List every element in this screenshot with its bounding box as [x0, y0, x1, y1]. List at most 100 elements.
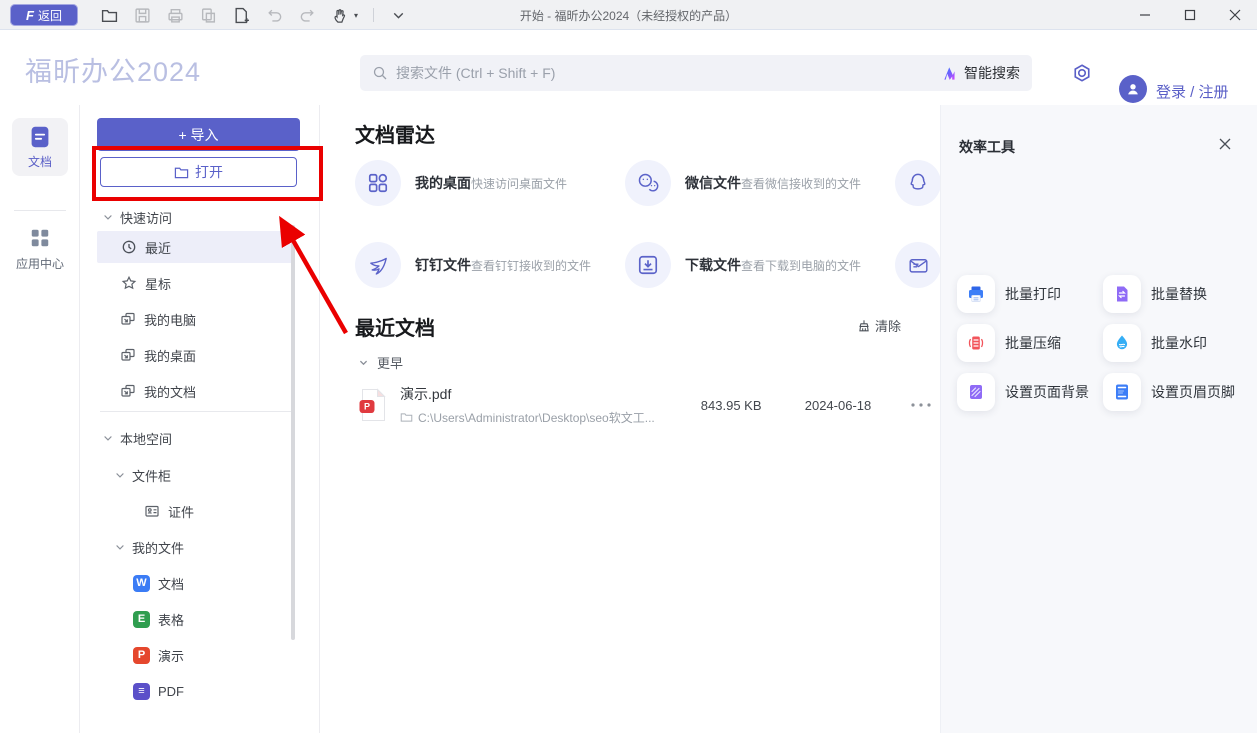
- tool-batch-watermark[interactable]: 批量水印: [1103, 324, 1207, 362]
- sidebar-item-pdf[interactable]: ≡ PDF: [80, 675, 320, 707]
- file-date: 2024-06-18: [784, 398, 893, 413]
- printer-icon: [957, 275, 995, 313]
- close-button[interactable]: [1212, 0, 1257, 30]
- undo-icon[interactable]: [265, 6, 283, 24]
- search-icon: [372, 65, 388, 81]
- earlier-group-toggle[interactable]: 更早: [358, 353, 403, 372]
- radar-card-partial-mail[interactable]: [895, 240, 940, 290]
- import-button[interactable]: + 导入: [97, 118, 300, 151]
- chevron-down-icon: [358, 357, 369, 368]
- back-button[interactable]: F 返回: [10, 4, 78, 26]
- sidebar-group-quick-access[interactable]: 快速访问: [80, 201, 320, 233]
- sidebar-item-label: 星标: [145, 274, 171, 293]
- radar-section-title: 文档雷达: [355, 119, 435, 148]
- minimize-button[interactable]: [1122, 0, 1167, 30]
- sidebar-item-sheets[interactable]: E 表格: [80, 603, 320, 635]
- tool-batch-replace[interactable]: 批量替换: [1103, 275, 1207, 313]
- sidebar-item-my-documents[interactable]: 我的文档: [80, 375, 320, 407]
- recent-file-row[interactable]: P 演示.pdf C:\Users\Administrator\Desktop\…: [350, 381, 940, 429]
- close-icon[interactable]: [1217, 136, 1233, 152]
- main-content: 文档雷达 我的桌面快速访问桌面文件 微信文件查看微信接收到的文件 钉钉文件查看钉…: [320, 105, 940, 733]
- slides-badge-icon: P: [133, 647, 150, 664]
- foxit-logo-icon: F: [26, 8, 34, 23]
- rail-divider: [14, 210, 66, 211]
- tool-page-background[interactable]: 设置页面背景: [957, 373, 1089, 411]
- chevron-down-icon[interactable]: [102, 432, 114, 444]
- pdf-file-icon: P: [358, 388, 388, 422]
- star-icon: [121, 275, 137, 291]
- app-logo: 福昕办公2024: [25, 50, 201, 89]
- radar-card-dingtalk[interactable]: 钉钉文件查看钉钉接收到的文件: [355, 240, 615, 290]
- chevron-down-icon[interactable]: [102, 211, 114, 223]
- new-file-icon[interactable]: [232, 6, 250, 24]
- sidebar: + 导入 打开 快速访问 最近 星标 我的电脑 我的桌面 我的文档: [80, 105, 320, 733]
- desktop-icon: [120, 347, 136, 363]
- export-icon[interactable]: [199, 6, 217, 24]
- tool-label: 设置页眉页脚: [1151, 382, 1235, 402]
- tool-header-footer[interactable]: 设置页眉页脚: [1103, 373, 1235, 411]
- tool-label: 设置页面背景: [1005, 382, 1089, 402]
- rail-item-appcenter[interactable]: 应用中心: [0, 227, 80, 272]
- sidebar-group-file-cabinet[interactable]: 文件柜: [80, 459, 320, 491]
- sidebar-item-my-desktop[interactable]: 我的桌面: [80, 339, 320, 371]
- search-input[interactable]: [396, 65, 942, 81]
- tool-batch-compress[interactable]: 批量压缩: [957, 324, 1061, 362]
- file-more-options-icon[interactable]: [910, 402, 940, 408]
- radar-card-partial-qq[interactable]: [895, 158, 940, 208]
- card-desc: 查看钉钉接收到的文件: [471, 259, 591, 273]
- sidebar-scrollbar[interactable]: [291, 225, 295, 640]
- sidebar-group-local-space[interactable]: 本地空间: [80, 422, 320, 454]
- card-desc: 快速访问桌面文件: [471, 177, 567, 191]
- maximize-button[interactable]: [1167, 0, 1212, 30]
- wechat-icon: [625, 160, 671, 206]
- qq-icon: [895, 160, 940, 206]
- redo-icon[interactable]: [298, 6, 316, 24]
- card-title: 钉钉文件: [415, 257, 471, 273]
- sidebar-item-recent[interactable]: 最近: [97, 231, 294, 263]
- chevron-down-icon[interactable]: [114, 469, 126, 481]
- print-icon[interactable]: [166, 6, 184, 24]
- search-bar[interactable]: 智能搜索: [360, 55, 1032, 91]
- sidebar-group-my-files[interactable]: 我的文件: [80, 531, 320, 563]
- hand-tool-caret-icon[interactable]: ▾: [354, 11, 358, 20]
- sidebar-item-certificates[interactable]: 证件: [80, 495, 320, 527]
- ai-search-button[interactable]: 智能搜索: [942, 63, 1020, 83]
- appcenter-grid-icon: [29, 227, 51, 249]
- clear-recent-button[interactable]: 清除: [857, 316, 901, 335]
- tool-label: 批量打印: [1005, 284, 1061, 304]
- grid-icon: [355, 160, 401, 206]
- radar-card-downloads[interactable]: 下载文件查看下载到电脑的文件: [625, 240, 885, 290]
- card-title: 我的桌面: [415, 175, 471, 191]
- hand-tool-icon[interactable]: [331, 6, 349, 24]
- tool-label: 批量压缩: [1005, 333, 1061, 353]
- rail-item-documents[interactable]: 文档: [12, 118, 68, 176]
- card-desc: 查看微信接收到的文件: [741, 177, 861, 191]
- chevron-down-icon[interactable]: [114, 541, 126, 553]
- sidebar-item-label: 表格: [158, 610, 184, 629]
- broom-icon: [857, 319, 871, 333]
- radar-card-desktop[interactable]: 我的桌面快速访问桌面文件: [355, 158, 615, 208]
- open-button-label: 打开: [195, 162, 223, 182]
- file-size: 843.95 KB: [687, 398, 776, 413]
- sidebar-item-my-computer[interactable]: 我的电脑: [80, 303, 320, 335]
- save-icon[interactable]: [133, 6, 151, 24]
- sidebar-item-label: 证件: [168, 502, 194, 521]
- radar-card-wechat[interactable]: 微信文件查看微信接收到的文件: [625, 158, 885, 208]
- tool-label: 批量替换: [1151, 284, 1207, 304]
- computer-icon: [120, 311, 136, 327]
- card-title: 下载文件: [685, 257, 741, 273]
- open-button[interactable]: 打开: [100, 157, 297, 187]
- sidebar-item-starred[interactable]: 星标: [80, 267, 320, 299]
- word-badge-icon: W: [133, 575, 150, 592]
- sidebar-item-slides[interactable]: P 演示: [80, 639, 320, 671]
- tool-batch-print[interactable]: 批量打印: [957, 275, 1061, 313]
- sidebar-item-word-docs[interactable]: W 文档: [80, 567, 320, 599]
- settings-gear-icon[interactable]: [1072, 63, 1092, 83]
- login-register-link[interactable]: 登录 / 注册: [1156, 81, 1229, 102]
- open-folder-icon: [174, 165, 189, 180]
- avatar[interactable]: [1119, 75, 1147, 103]
- efficiency-tools-panel: 效率工具 批量打印 批量替换 批量压缩 批量水印 设置页面背景 设置页眉页脚: [940, 105, 1257, 733]
- card-title: 微信文件: [685, 175, 741, 191]
- open-folder-icon[interactable]: [100, 6, 118, 24]
- collapse-ribbon-icon[interactable]: [389, 6, 407, 24]
